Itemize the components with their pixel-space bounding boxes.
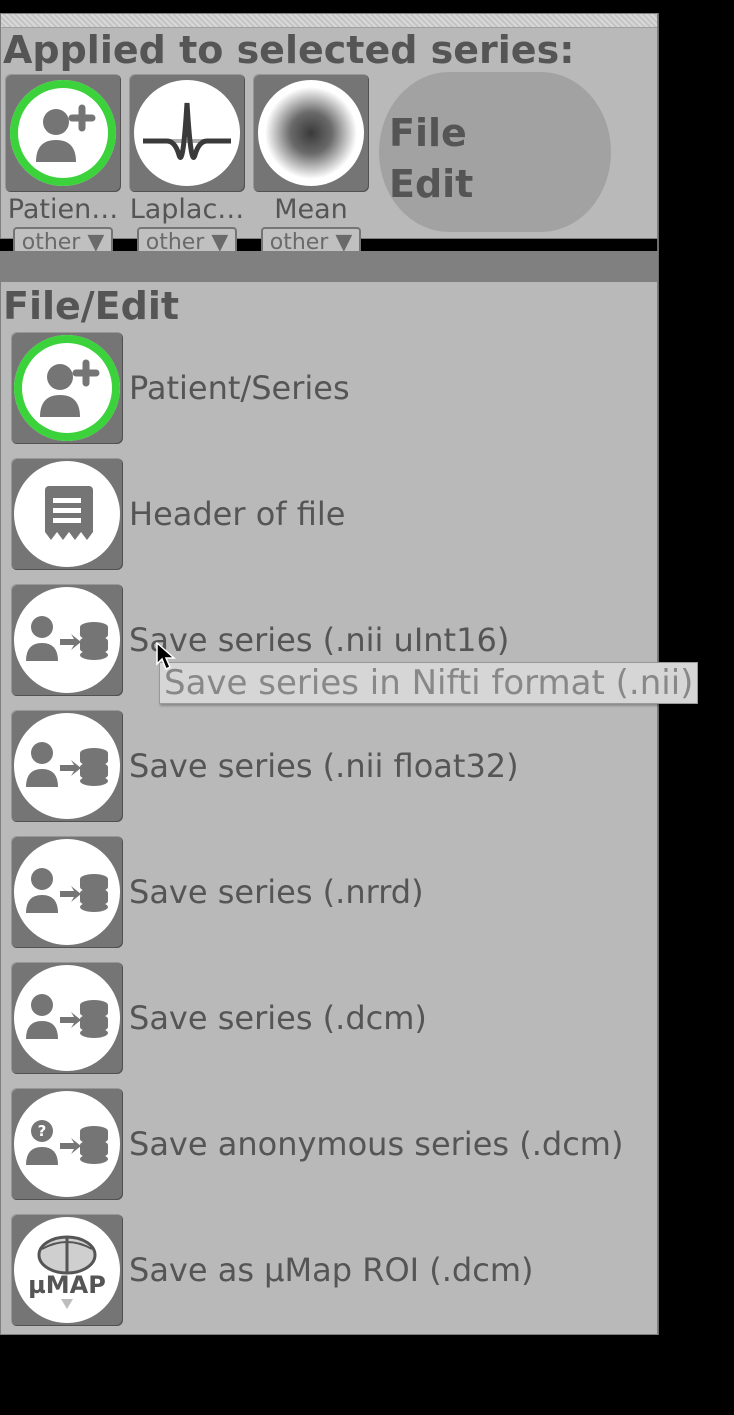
laplacian-icon bbox=[134, 80, 240, 186]
header-icon bbox=[14, 461, 120, 567]
svg-text:µMAP: µMAP bbox=[28, 1271, 106, 1299]
file-edit-item-label: Patient/Series bbox=[129, 369, 350, 407]
file-edit-panel: File/Edit Patient/Series Header of file … bbox=[0, 281, 658, 1335]
patient-icon bbox=[14, 335, 120, 441]
file-edit-item[interactable]: Save series (.nrrd) bbox=[11, 834, 651, 950]
file-edit-item[interactable]: Save series (.dcm) bbox=[11, 960, 651, 1076]
save-icon bbox=[14, 965, 120, 1071]
file-edit-item-label: Header of file bbox=[129, 495, 345, 533]
svg-text:?: ? bbox=[38, 1122, 47, 1140]
applied-card-laplacian[interactable]: Laplac… other ▼ bbox=[129, 74, 245, 257]
file-edit-item-label: Save series (.nii uInt16) bbox=[129, 621, 509, 659]
patient-icon bbox=[10, 80, 116, 186]
applied-title: Applied to selected series: bbox=[3, 28, 574, 72]
file-edit-item[interactable]: ? Save anonymous series (.dcm) bbox=[11, 1086, 651, 1202]
file-edit-item[interactable]: Patient/Series bbox=[11, 330, 651, 446]
file-edit-item-label: Save series (.nrrd) bbox=[129, 873, 424, 911]
applied-card-label: Patien… bbox=[5, 194, 121, 225]
mean-icon bbox=[258, 80, 364, 186]
file-edit-item[interactable]: µMAP Save as µMap ROI (.dcm) bbox=[11, 1212, 651, 1328]
anon-icon: ? bbox=[14, 1091, 120, 1197]
file-edit-item-label: Save anonymous series (.dcm) bbox=[129, 1125, 623, 1163]
applied-card-label: Laplac… bbox=[129, 194, 245, 225]
umap-icon: µMAP bbox=[14, 1217, 120, 1323]
panel-divider bbox=[0, 251, 658, 281]
applied-panel: Applied to selected series: File Edit Pa… bbox=[0, 13, 658, 239]
file-edit-item-label: Save series (.dcm) bbox=[129, 999, 427, 1037]
save-icon bbox=[14, 713, 120, 819]
applied-card-mean[interactable]: Mean other ▼ bbox=[253, 74, 369, 257]
file-edit-item[interactable]: Header of file bbox=[11, 456, 651, 572]
file-edit-item[interactable]: Save series (.nii float32) bbox=[11, 708, 651, 824]
save-icon bbox=[14, 839, 120, 945]
file-edit-item-label: Save series (.nii float32) bbox=[129, 747, 519, 785]
file-edit-item-label: Save as µMap ROI (.dcm) bbox=[129, 1251, 533, 1289]
panel-drag-handle[interactable] bbox=[1, 14, 657, 28]
file-edit-title: File/Edit bbox=[3, 284, 179, 328]
tooltip: Save series in Nifti format (.nii) bbox=[159, 662, 698, 704]
applied-card-label: Mean bbox=[253, 194, 369, 225]
save-icon bbox=[14, 587, 120, 693]
applied-card-patient[interactable]: Patien… other ▼ bbox=[5, 74, 121, 257]
file-edit-bubble-text: File Edit bbox=[389, 108, 473, 211]
